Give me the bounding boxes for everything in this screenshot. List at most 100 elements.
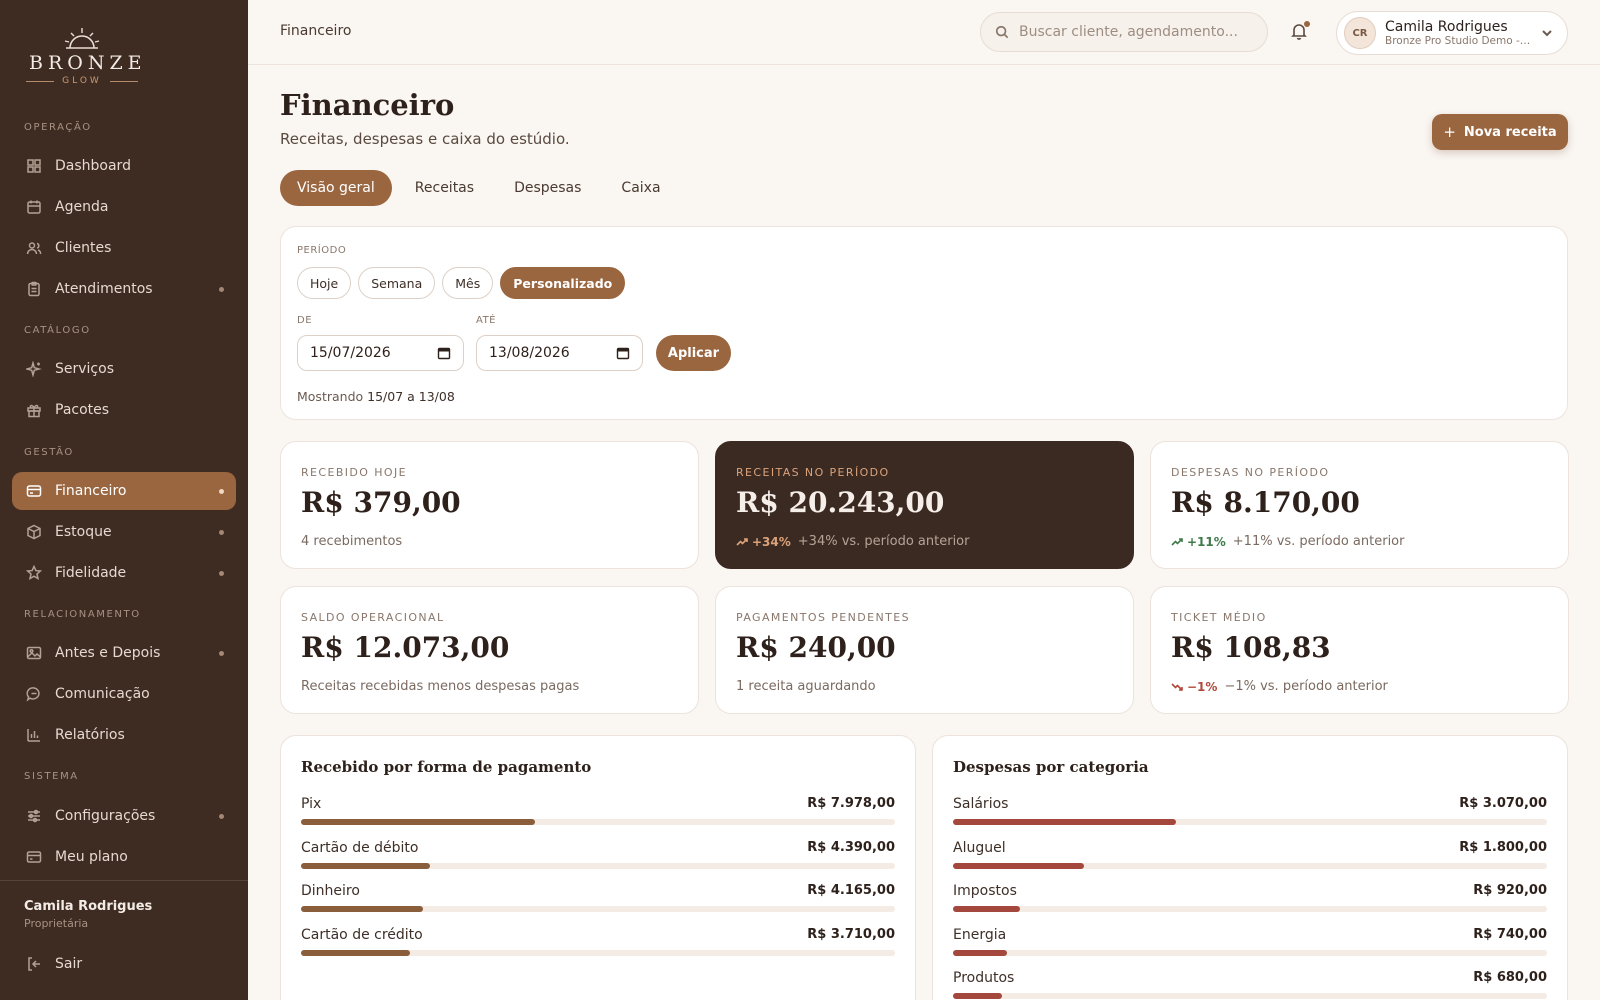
sidebar-item-atendimentos[interactable]: Atendimentos [12, 270, 236, 308]
from-date-value: 15/07/2026 [310, 345, 391, 361]
sidebar-item-configuracoes[interactable]: Configurações [12, 797, 236, 835]
row-value: R$ 680,00 [1473, 970, 1547, 985]
avatar: CR [1344, 17, 1376, 49]
sidebar-item-meu-plano[interactable]: Meu plano [12, 838, 236, 876]
stat-value: R$ 8.170,00 [1171, 486, 1360, 519]
stat-label: SALDO OPERACIONAL [301, 611, 445, 624]
row-value: R$ 7.978,00 [807, 796, 895, 811]
sidebar-item-financeiro[interactable]: Financeiro [12, 472, 236, 510]
sidebar-user-name: Camila Rodrigues [24, 899, 153, 914]
stat-card-saldo-operacional: SALDO OPERACIONAL R$ 12.073,00 Receitas … [280, 586, 699, 714]
row-label: Energia [953, 926, 1007, 943]
sidebar-item-antes-e-depois[interactable]: Antes e Depois [12, 634, 236, 672]
breakdown-row: Impostos R$ 920,00 [953, 883, 1547, 923]
period-pill-mes[interactable]: Mês [442, 267, 494, 299]
status-dot [219, 651, 224, 656]
sidebar-item-clientes[interactable]: Clientes [12, 229, 236, 267]
showing-range: Mostrando 15/07 a 13/08 [297, 389, 455, 404]
sidebar-item-pacotes[interactable]: Pacotes [12, 391, 236, 429]
progress-fill [953, 949, 1007, 956]
breakdown-row: Aluguel R$ 1.800,00 [953, 840, 1547, 880]
breakdown-row: Energia R$ 740,00 [953, 927, 1547, 967]
row-label: Impostos [953, 883, 1017, 899]
stat-value: R$ 108,83 [1171, 631, 1331, 664]
new-revenue-button[interactable]: + Nova receita [1432, 114, 1568, 150]
sidebar-item-relatorios[interactable]: Relatórios [12, 716, 236, 754]
brand-tagline: GLOW [62, 76, 102, 86]
sidebar-item-label: Pacotes [55, 402, 110, 418]
period-pills: Hoje Semana Mês Personalizado [297, 267, 626, 299]
period-pill-semana[interactable]: Semana [358, 267, 436, 299]
logout-label: Sair [55, 956, 83, 972]
tab-receitas[interactable]: Receitas [398, 170, 491, 206]
new-revenue-label: Nova receita [1463, 124, 1557, 140]
progress-fill [301, 862, 430, 869]
sidebar-section-label: RELACIONAMENTO [24, 609, 141, 620]
payment-methods-panel: Recebido por forma de pagamento Pix R$ 7… [280, 735, 916, 1000]
sidebar-section-label: GESTÃO [24, 447, 74, 458]
sidebar-item-fidelidade[interactable]: Fidelidade [12, 554, 236, 592]
breakdown-row: Salários R$ 3.070,00 [953, 796, 1547, 836]
sidebar-item-label: Antes e Depois [55, 645, 161, 661]
panel-title: Recebido por forma de pagamento [301, 758, 592, 776]
to-date-input[interactable]: 13/08/2026 [476, 335, 643, 371]
stat-subtext: 4 recebimentos [301, 534, 403, 549]
user-studio: Bronze Pro Studio Demo - Unidade [1385, 35, 1531, 48]
progress-fill [953, 862, 1084, 869]
trend-down-icon [1171, 681, 1183, 693]
breakdown-row: Cartão de crédito R$ 3.710,00 [301, 927, 895, 967]
row-value: R$ 740,00 [1473, 926, 1547, 942]
sidebar-item-label: Atendimentos [55, 281, 153, 297]
period-pill-personalizado[interactable]: Personalizado [500, 267, 626, 299]
stat-label: RECEBIDO HOJE [301, 466, 407, 479]
stat-subtext: Receitas recebidas menos despesas pagas [301, 679, 580, 694]
user-name: Camila Rodrigues [1385, 18, 1508, 35]
card-icon [25, 848, 43, 866]
sidebar-divider [0, 880, 248, 881]
stat-value: R$ 240,00 [736, 631, 896, 664]
box-icon [25, 523, 43, 541]
stat-card-ticket-medio: TICKET MÉDIO R$ 108,83 −1% −1% vs. perío… [1150, 586, 1569, 714]
main-content: Financeiro CR Camila Rodrigues Bronze Pr… [248, 0, 1600, 1000]
tab-visao-geral[interactable]: Visão geral [280, 170, 392, 206]
sun-logo-icon [64, 28, 100, 49]
sidebar-item-servicos[interactable]: Serviços [12, 350, 236, 388]
apply-button[interactable]: Aplicar [656, 335, 731, 371]
sidebar-item-agenda[interactable]: Agenda [12, 188, 236, 226]
period-label: PERÍODO [297, 245, 347, 256]
status-dot [219, 287, 224, 292]
period-filter: PERÍODO Hoje Semana Mês Personalizado DE AT… [280, 226, 1568, 420]
status-dot [219, 571, 224, 576]
sidebar-item-dashboard[interactable]: Dashboard [12, 147, 236, 185]
notifications-button[interactable] [1290, 21, 1310, 42]
sidebar-item-estoque[interactable]: Estoque [12, 513, 236, 551]
period-pill-hoje[interactable]: Hoje [297, 267, 352, 299]
tab-bar: Visão geral Receitas Despesas Caixa [280, 170, 678, 206]
row-label: Salários [953, 796, 1009, 812]
logout-button[interactable]: Sair [12, 945, 236, 983]
dashboard-icon [25, 157, 43, 175]
sidebar-item-comunicacao[interactable]: Comunicação [12, 675, 236, 713]
progress-track [301, 949, 895, 956]
tab-caixa[interactable]: Caixa [604, 170, 677, 206]
progress-fill [953, 993, 1003, 999]
sidebar-item-label: Comunicação [55, 686, 150, 702]
user-menu-button[interactable]: CR Camila Rodrigues Bronze Pro Studio De… [1336, 11, 1568, 55]
sidebar-item-label: Serviços [55, 361, 114, 377]
chat-icon [25, 685, 43, 703]
row-label: Cartão de crédito [301, 926, 423, 943]
bar-chart-icon [25, 726, 43, 744]
from-date-input[interactable]: 15/07/2026 [297, 335, 464, 371]
search-box[interactable] [980, 12, 1268, 52]
brand-logo[interactable]: BRONZE GLOW [24, 26, 142, 86]
tab-despesas[interactable]: Despesas [497, 170, 598, 206]
progress-track [301, 906, 895, 912]
breadcrumb: Financeiro [280, 23, 352, 39]
trend-up-icon [736, 536, 748, 548]
image-icon [25, 644, 43, 662]
stat-label: TICKET MÉDIO [1171, 611, 1267, 624]
sidebar-user: Camila Rodrigues Proprietária [24, 899, 152, 930]
row-label: Produtos [953, 970, 1015, 986]
search-input[interactable] [1019, 24, 1249, 40]
sidebar-user-role: Proprietária [24, 917, 89, 930]
